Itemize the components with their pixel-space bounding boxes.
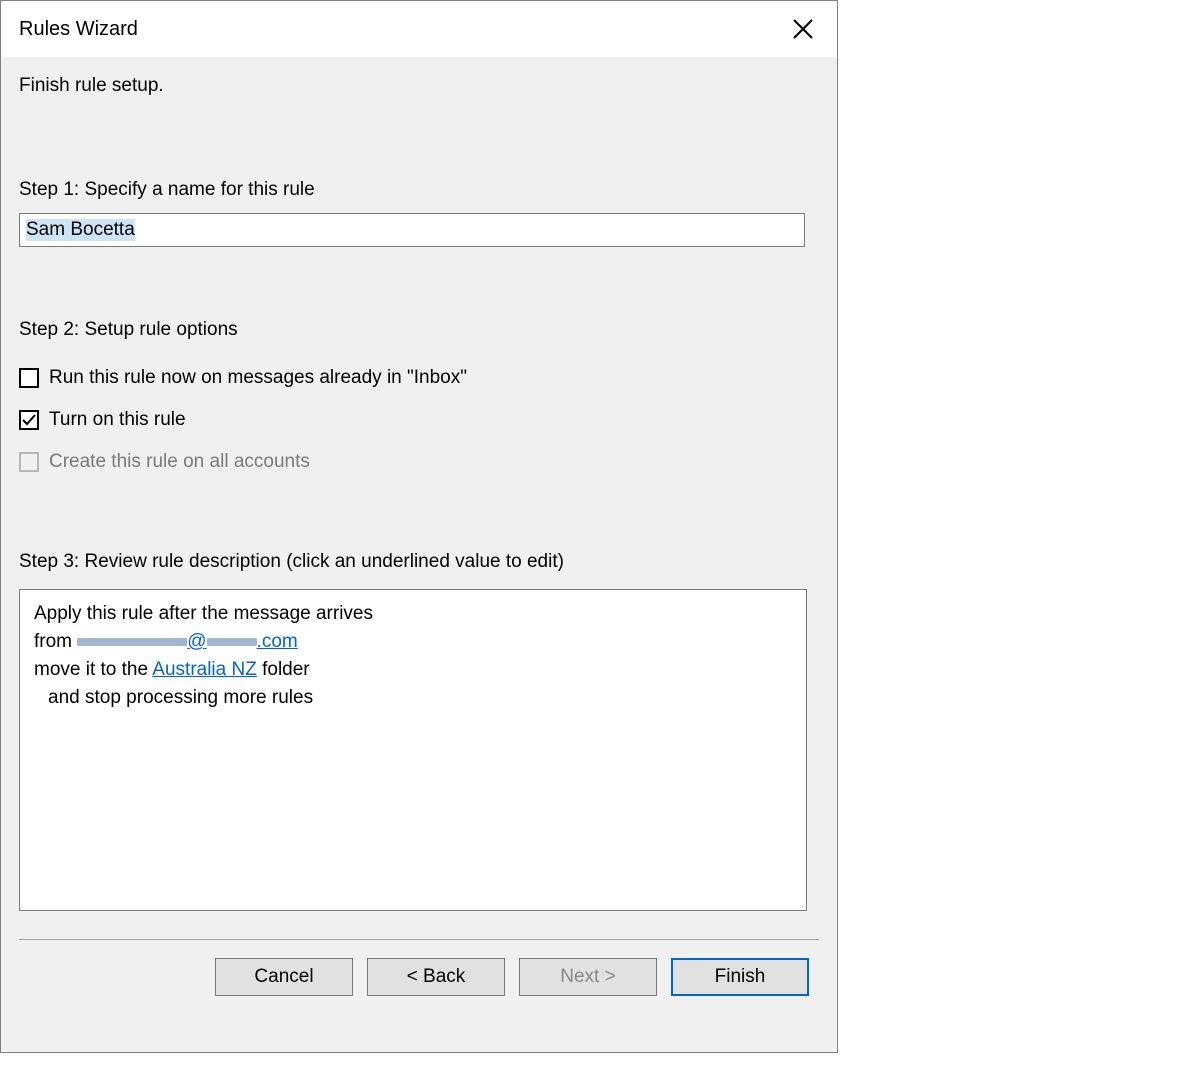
desc-domain-suffix: .com <box>257 631 298 652</box>
desc-move-prefix: move it to the <box>34 659 152 680</box>
cancel-button[interactable]: Cancel <box>215 958 353 996</box>
rule-name-value: Sam Bocetta <box>26 219 135 241</box>
next-button: Next > <box>519 958 657 996</box>
checkbox-run-now[interactable] <box>19 368 39 388</box>
finish-heading: Finish rule setup. <box>19 75 819 97</box>
desc-from-link[interactable]: @ .com <box>77 631 297 652</box>
option-turn-on-row[interactable]: Turn on this rule <box>19 409 819 431</box>
checkbox-all-accounts <box>19 452 39 472</box>
finish-button[interactable]: Finish <box>671 958 809 996</box>
desc-at: @ <box>187 631 206 652</box>
back-button[interactable]: < Back <box>367 958 505 996</box>
step1-label: Step 1: Specify a name for this rule <box>19 179 819 201</box>
rule-description-box[interactable]: Apply this rule after the message arrive… <box>19 589 807 911</box>
step2-label: Step 2: Setup rule options <box>19 319 819 341</box>
button-row: Cancel < Back Next > Finish <box>19 940 819 996</box>
desc-from-prefix: from <box>34 631 72 652</box>
desc-line-1: Apply this rule after the message arrive… <box>34 600 792 628</box>
dialog-title: Rules Wizard <box>19 18 138 41</box>
option-all-accounts-row: Create this rule on all accounts <box>19 451 819 473</box>
option-turn-on-label: Turn on this rule <box>49 409 186 431</box>
close-button[interactable] <box>787 13 819 45</box>
titlebar: Rules Wizard <box>1 1 837 57</box>
rule-name-input[interactable]: Sam Bocetta <box>19 213 805 247</box>
option-run-now-label: Run this rule now on messages already in… <box>49 367 467 389</box>
desc-line-4: and stop processing more rules <box>34 684 792 712</box>
close-icon <box>791 17 815 41</box>
desc-line-2: from @ .com <box>34 628 792 656</box>
desc-move-suffix: folder <box>257 659 310 680</box>
option-run-now-row[interactable]: Run this rule now on messages already in… <box>19 367 819 389</box>
checkbox-turn-on[interactable] <box>19 410 39 430</box>
step3-label: Step 3: Review rule description (click a… <box>19 551 819 573</box>
check-icon <box>22 413 36 427</box>
desc-folder-link[interactable]: Australia NZ <box>152 659 257 680</box>
option-all-accounts-label: Create this rule on all accounts <box>49 451 310 473</box>
dialog-body: Finish rule setup. Step 1: Specify a nam… <box>1 57 837 1052</box>
redacted-domain <box>207 638 257 646</box>
rules-wizard-dialog: Rules Wizard Finish rule setup. Step 1: … <box>0 0 838 1053</box>
redacted-local <box>77 638 187 646</box>
desc-line-3: move it to the Australia NZ folder <box>34 656 792 684</box>
